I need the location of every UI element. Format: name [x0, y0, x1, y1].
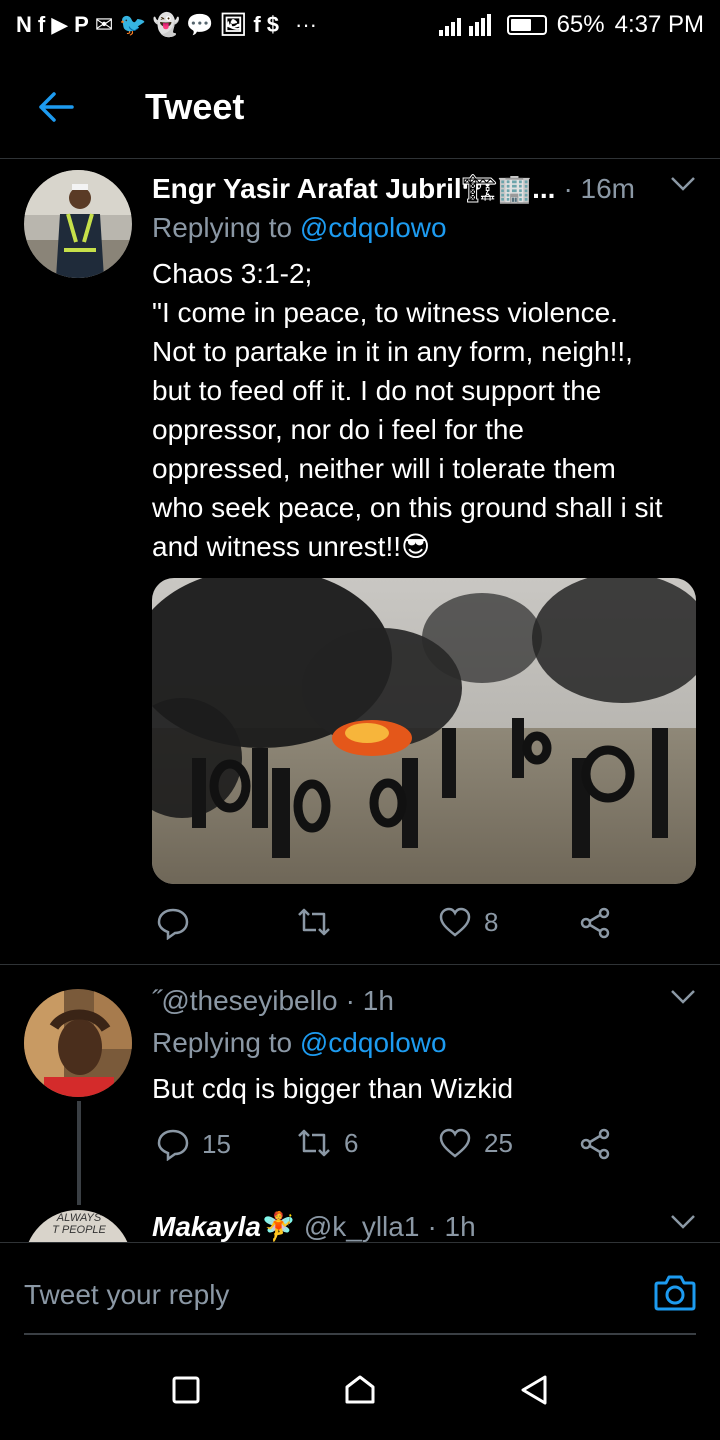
app-icon-gallery: 🖼 [219, 12, 248, 37]
tweet-text: But cdq is bigger than Wizkid [152, 1073, 514, 1104]
reply-input[interactable]: Tweet your reply [24, 1279, 229, 1311]
battery-percent: 65% [556, 11, 605, 38]
replying-to: Replying to @cdqolowo [152, 212, 447, 243]
app-icon-youtube: ▶ [51, 12, 69, 37]
display-name[interactable]: Makayla [152, 1211, 261, 1243]
chevron-down-icon[interactable] [670, 1214, 696, 1230]
status-bar: N f ▶ P ✉ 🐦 👻 💬 🖼 f $ ··· 65% 4:37 PM [0, 0, 720, 50]
share-button[interactable] [578, 1127, 612, 1161]
app-icon-twitter: 🐦 [119, 12, 147, 37]
avatar[interactable] [24, 170, 132, 278]
system-nav-bar [0, 1340, 720, 1440]
chevron-down-icon[interactable] [670, 989, 696, 1005]
avatar[interactable]: ALWAYS T PEOPLE [24, 1210, 132, 1242]
status-ellipsis: ··· [295, 12, 317, 37]
app-icon-facebook-2: f [253, 12, 261, 37]
app-icon-snapchat: 👻 [152, 12, 181, 37]
like-icon [439, 1128, 471, 1158]
signal-icon [438, 14, 491, 36]
mention-link[interactable]: @cdqolowo [300, 1027, 447, 1058]
reply-composer: Tweet your reply [0, 1242, 720, 1336]
retweet-count: 6 [344, 1127, 359, 1158]
square-nav-icon[interactable] [171, 1375, 201, 1405]
camera-icon [654, 1275, 696, 1311]
reply-count: 15 [202, 1128, 231, 1159]
retweet-icon [298, 908, 330, 936]
retweet-button[interactable] [296, 906, 332, 938]
chevron-down-icon[interactable] [670, 176, 696, 192]
reply-icon [157, 1129, 189, 1161]
reply-tweet[interactable]: ˝ @theseyibello · 1h Replying to @cdqolo… [0, 965, 720, 1210]
app-icon-s: $ [266, 12, 279, 37]
clock: 4:37 PM [614, 11, 704, 38]
tweet-text: Chaos 3:1-2; "I come in peace, to witnes… [152, 258, 663, 562]
tweet-actions: 15 6 25 [152, 1127, 696, 1167]
retweet-icon [298, 1129, 330, 1157]
avatar-text: ALWAYS T PEOPLE [52, 1212, 106, 1236]
share-button[interactable] [578, 906, 612, 940]
avatar[interactable] [24, 989, 132, 1097]
camera-button[interactable] [654, 1273, 696, 1316]
display-name[interactable]: Engr Yasir Arafat Jubril [152, 173, 462, 205]
thread-line [77, 1101, 81, 1205]
reply-icon [157, 908, 189, 940]
tweet-time: · 1h [427, 1210, 476, 1242]
battery-icon [506, 15, 547, 35]
handle[interactable]: @theseyibello [161, 985, 337, 1017]
name-emoji: 🏗🏢 [461, 173, 533, 204]
like-button[interactable]: 8 [438, 906, 498, 938]
tweet-time: · 1h [345, 985, 394, 1016]
tweet-actions: 8 [152, 906, 696, 946]
notification-icons: N f ▶ P ✉ 🐦 👻 💬 🖼 f $ ··· [16, 12, 317, 38]
tweet-time: · 16m [563, 172, 636, 204]
reply-button[interactable] [156, 906, 190, 940]
back-button[interactable] [0, 56, 112, 158]
back-arrow-icon [39, 92, 74, 122]
replying-to: Replying to @cdqolowo [152, 1027, 447, 1058]
mention-link[interactable]: @cdqolowo [300, 212, 447, 243]
name-truncation: ... [532, 172, 556, 204]
tweet-photo[interactable] [152, 578, 696, 884]
reply-tweet-2[interactable]: ALWAYS T PEOPLE Makayla 🧚 @k_ylla1 · 1h [0, 1200, 720, 1242]
retweet-button[interactable]: 6 [296, 1127, 358, 1159]
page-title: Tweet [145, 86, 245, 127]
app-icon-facebook: f [37, 12, 46, 37]
share-icon [580, 1128, 610, 1160]
name-emoji: 🧚 [260, 1211, 296, 1242]
home-nav-icon[interactable] [343, 1374, 377, 1406]
input-underline [24, 1333, 696, 1335]
like-count: 8 [484, 906, 499, 937]
share-icon [580, 907, 610, 939]
like-count: 25 [484, 1127, 513, 1158]
app-icon-n: N [16, 12, 32, 37]
app-icon-gmail: ✉ [94, 12, 114, 37]
app-icon-p: P [74, 12, 89, 37]
back-nav-icon[interactable] [519, 1374, 549, 1406]
reply-button[interactable]: 15 [156, 1127, 231, 1161]
handle-prefix: ˝ [152, 985, 162, 1016]
top-app-bar: Tweet [0, 56, 720, 159]
handle[interactable]: @k_ylla1 [304, 1211, 420, 1243]
like-button[interactable]: 25 [438, 1127, 513, 1159]
main-tweet[interactable]: Engr Yasir Arafat Jubril 🏗🏢 ... · 16m Re… [0, 160, 720, 964]
like-icon [439, 907, 471, 937]
app-icon-messenger: 💬 [186, 12, 214, 37]
